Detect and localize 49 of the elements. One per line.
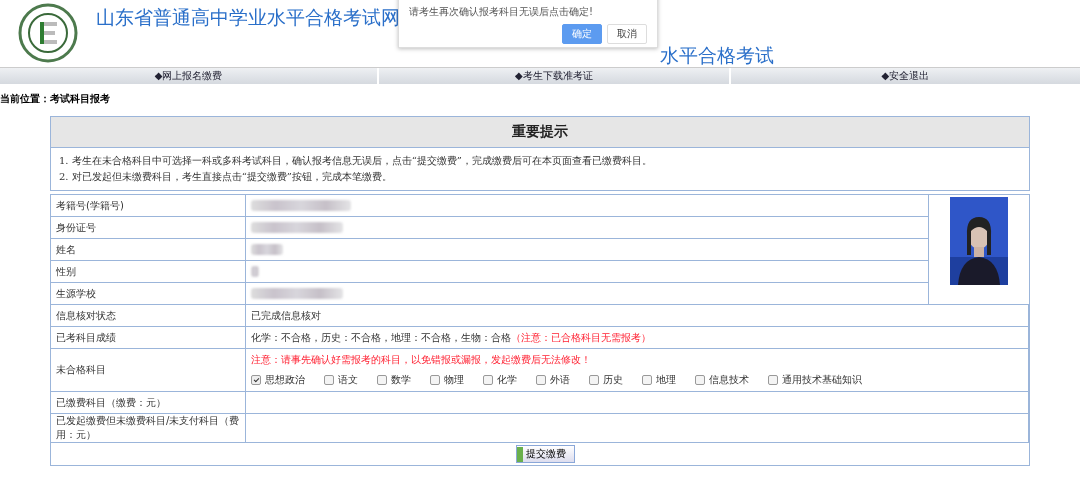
checkbox[interactable]	[377, 375, 387, 385]
warning-note: （注意：已合格科目无需报考）	[511, 330, 651, 345]
redacted-value	[251, 266, 259, 277]
field-label: 信息核对状态	[56, 308, 116, 323]
field-label: 性别	[56, 264, 76, 279]
checkbox-label[interactable]: 化学	[497, 373, 517, 387]
checkbox-label[interactable]: 历史	[603, 373, 623, 387]
checkbox[interactable]	[430, 375, 440, 385]
checkbox-label[interactable]: 地理	[656, 373, 676, 387]
field-label: 生源学校	[56, 286, 96, 301]
checkbox-label[interactable]: 外语	[550, 373, 570, 387]
logo-icon	[18, 3, 78, 63]
cancel-button[interactable]: 取消	[607, 24, 647, 44]
checkbox-label[interactable]: 信息技术	[709, 373, 749, 387]
checkbox-label[interactable]: 思想政治	[265, 373, 305, 387]
field-value: 化学：不合格，历史：不合格，地理：不合格，生物：合格	[251, 330, 511, 345]
breadcrumb-text: 当前位置：考试科目报考	[0, 92, 110, 106]
field-label: 已考科目成绩	[56, 330, 116, 345]
checkbox[interactable]	[589, 375, 599, 385]
field-label: 身份证号	[56, 220, 96, 235]
checkbox[interactable]	[642, 375, 652, 385]
field-value: 已完成信息核对	[251, 308, 321, 323]
redacted-value	[251, 244, 283, 255]
notice-text: 2. 对已发起但未缴费科目，考生直接点击“提交缴费”按钮，完成本笔缴费。	[59, 170, 393, 184]
field-label: 未合格科目	[56, 363, 106, 377]
nav-link[interactable]: ◆网上报名缴费	[0, 68, 379, 84]
checkbox[interactable]	[324, 375, 334, 385]
checkbox-label[interactable]: 数学	[391, 373, 411, 387]
field-label: 已缴费科目（缴费：元）	[56, 395, 166, 410]
checkbox[interactable]	[483, 375, 493, 385]
checkbox-label[interactable]: 物理	[444, 373, 464, 387]
checkbox[interactable]	[695, 375, 705, 385]
notice-title: 重要提示	[512, 123, 568, 141]
notice-text: 1. 考生在未合格科目中可选择一科或多科考试科目，确认报考信息无误后，点击“提交缴费”，完成缴费后可在本页面查看已缴费科目。	[59, 154, 653, 168]
checkbox[interactable]	[251, 375, 261, 385]
checkbox[interactable]	[536, 375, 546, 385]
checkbox-label[interactable]: 语文	[338, 373, 358, 387]
submit-button[interactable]: 提交缴费	[515, 445, 575, 463]
field-label: 已发起缴费但未缴费科目/未支付科目（费用：元）	[56, 414, 240, 442]
warning-text: 注意：请事先确认好需报考的科目，以免错报或漏报，发起缴费后无法修改！	[251, 353, 591, 367]
site-subtitle: 水平合格考试	[660, 45, 774, 65]
site-title: 山东省普通高中学业水平合格考试网	[96, 5, 400, 30]
dialog-message: 请考生再次确认报考科目无误后点击确定!	[409, 5, 594, 19]
field-label: 姓名	[56, 242, 76, 257]
checkbox[interactable]	[768, 375, 778, 385]
nav-link[interactable]: ◆安全退出	[730, 68, 1080, 84]
nav-link[interactable]: ◆考生下载准考证	[379, 68, 731, 84]
checkbox-label[interactable]: 通用技术基础知识	[782, 373, 862, 387]
field-label: 考籍号(学籍号)	[56, 198, 124, 213]
